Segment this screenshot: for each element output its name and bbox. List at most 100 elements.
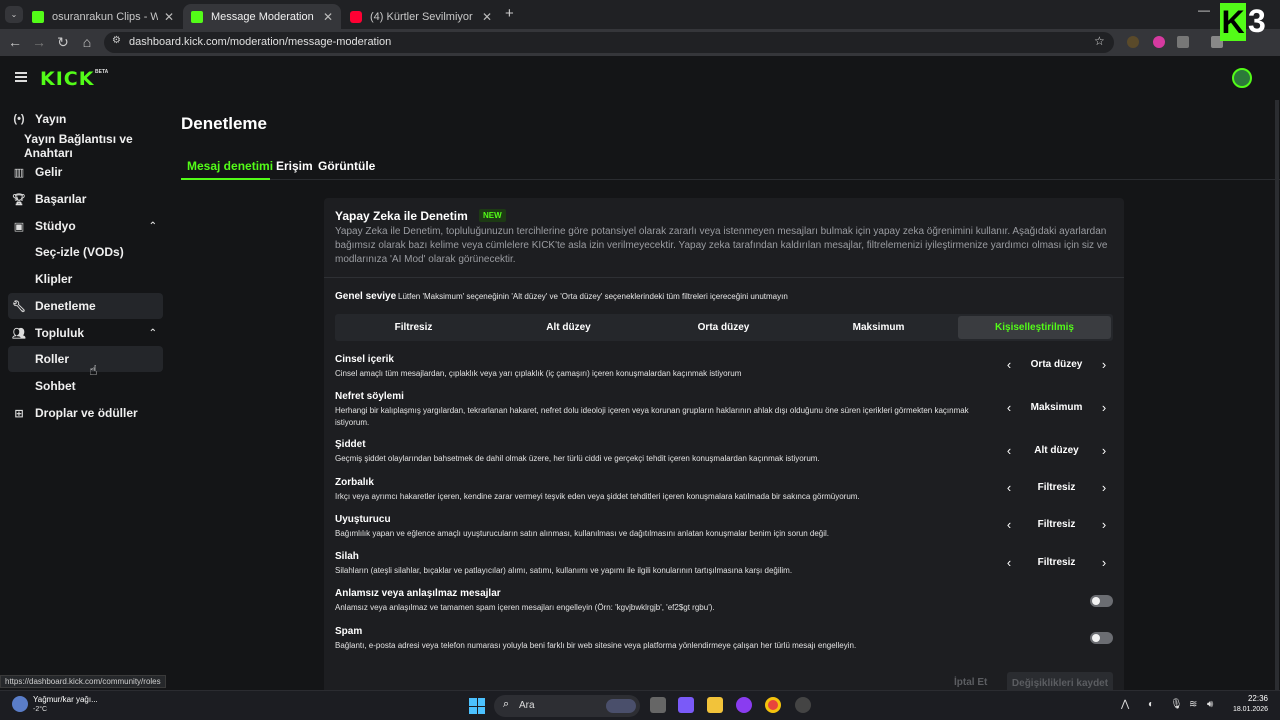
- chevron-right-icon[interactable]: ›: [1096, 517, 1112, 532]
- search-icon: ⌕: [503, 698, 510, 710]
- extensions-puzzle-icon[interactable]: [1177, 36, 1189, 48]
- new-tab-button[interactable]: +: [505, 5, 514, 22]
- sidebar-item-stream-key[interactable]: Yayın Bağlantısı ve Anahtarı: [8, 132, 170, 160]
- minimize-button[interactable]: —: [1198, 3, 1210, 17]
- sidebar-item-basarilar[interactable]: 🏆︎ Başarılar: [8, 186, 163, 212]
- kick-favicon-icon: [191, 10, 203, 23]
- chevron-right-icon[interactable]: ›: [1096, 480, 1112, 495]
- app-icon[interactable]: [736, 697, 752, 713]
- taskbar: Yağmur/kar yağı... -2°C ⌕ Ara ⋀ ◐ 🎙︎ ≋ 🔊…: [0, 690, 1280, 720]
- clock-time[interactable]: 22:36: [1246, 694, 1268, 703]
- sidebar-item-roller[interactable]: Roller: [8, 346, 163, 372]
- chevron-right-icon[interactable]: ›: [1096, 443, 1112, 458]
- forward-icon[interactable]: →: [30, 34, 48, 50]
- home-icon[interactable]: ⌂: [78, 34, 96, 50]
- extension-icon[interactable]: [1127, 36, 1139, 48]
- sidebar-item-droplar[interactable]: ⊞ Droplar ve ödüller: [8, 400, 163, 426]
- close-icon[interactable]: ✕: [323, 10, 333, 24]
- bookmark-star-icon[interactable]: ☆: [1094, 34, 1105, 48]
- sidebar-item-topluluk[interactable]: 👥︎ Topluluk ⌃: [8, 320, 163, 346]
- studio-icon: ▣: [13, 220, 25, 233]
- sidebar-item-denetleme[interactable]: 🔧︎ Denetleme: [8, 293, 163, 319]
- browser-tab-2[interactable]: Message Moderation - Kick Da ✕: [183, 4, 341, 29]
- sidebar-item-klipler[interactable]: Klipler: [8, 266, 163, 292]
- level-option-maksimum[interactable]: Maksimum: [802, 316, 955, 339]
- file-explorer-icon[interactable]: [707, 697, 723, 713]
- chevron-left-icon[interactable]: ‹: [1001, 443, 1017, 458]
- kick-favicon-icon: [32, 10, 44, 23]
- chevron-left-icon[interactable]: ‹: [1001, 357, 1017, 372]
- beta-badge: BETA: [95, 69, 109, 75]
- sidebar-item-yayin[interactable]: (•) Yayın: [8, 106, 163, 132]
- cancel-button[interactable]: İptal Et: [954, 677, 987, 688]
- rule-title: Spam: [335, 626, 363, 637]
- weather-icon[interactable]: [12, 696, 28, 712]
- sidebar-item-vods[interactable]: Seç-izle (VODs): [8, 239, 163, 265]
- level-stepper: ‹ Maksimum ›: [1000, 399, 1113, 419]
- copilot-icon[interactable]: [678, 697, 694, 713]
- level-option-kisisellestirilmis[interactable]: Kişiselleştirilmiş: [958, 316, 1111, 339]
- microphone-icon[interactable]: 🎙︎: [1170, 699, 1183, 710]
- chevron-left-icon[interactable]: ‹: [1001, 480, 1017, 495]
- extension-icon[interactable]: [1153, 36, 1165, 48]
- rule-description: Bağımlılık yapan ve eğlence amaçlı uyuşt…: [335, 529, 830, 538]
- avatar[interactable]: [1232, 68, 1252, 88]
- start-button[interactable]: [469, 698, 485, 714]
- tab-goruntule[interactable]: Görüntüle: [318, 159, 375, 173]
- tray-app-icon[interactable]: ⋀: [1121, 699, 1129, 710]
- reload-icon[interactable]: ↻: [54, 34, 72, 51]
- menu-icon[interactable]: [15, 72, 27, 82]
- spam-toggle[interactable]: [1090, 632, 1113, 644]
- browser-tab-bar: ⌄ osuranrakun Clips - Watch Live ✕ Messa…: [0, 0, 1280, 29]
- general-level-label: Genel seviye: [335, 291, 397, 302]
- chevron-right-icon[interactable]: ›: [1096, 400, 1112, 415]
- kick-logo[interactable]: KICK: [40, 68, 94, 90]
- back-icon[interactable]: ←: [6, 34, 24, 50]
- chevron-left-icon[interactable]: ‹: [1001, 400, 1017, 415]
- gibberish-toggle[interactable]: [1090, 595, 1113, 607]
- chevron-right-icon[interactable]: ›: [1096, 357, 1112, 372]
- level-option-alt-duzey[interactable]: Alt düzey: [492, 316, 645, 339]
- broadcast-icon: (•): [13, 113, 25, 125]
- task-view-icon[interactable]: [650, 697, 666, 713]
- chevron-up-icon[interactable]: ⌃: [149, 221, 157, 232]
- chevron-right-icon[interactable]: ›: [1096, 555, 1112, 570]
- card-title: Yapay Zeka ile Denetim: [335, 209, 468, 223]
- sidebar-item-sohbet[interactable]: Sohbet: [8, 373, 163, 399]
- wrench-icon: 🔧︎: [12, 300, 26, 313]
- rule-zorbalik: Zorbalık Irkçı veya ayrımcı hakaretler i…: [335, 477, 985, 503]
- tab-mesaj-denetimi[interactable]: Mesaj denetimi: [187, 159, 273, 173]
- level-option-filtresiz[interactable]: Filtresiz: [337, 316, 490, 339]
- rule-description: Irkçı veya ayrımcı hakaretler içeren, ke…: [335, 492, 860, 501]
- close-icon[interactable]: ✕: [164, 10, 174, 24]
- chrome-icon[interactable]: [765, 697, 781, 713]
- clock-date[interactable]: 18.01.2026: [1228, 706, 1268, 713]
- level-stepper: ‹ Orta düzey ›: [1000, 356, 1113, 376]
- weather-title[interactable]: Yağmur/kar yağı...: [33, 695, 98, 704]
- url-field[interactable]: ⚙ dashboard.kick.com/moderation/message-…: [104, 32, 1114, 53]
- site-info-icon[interactable]: ⚙: [112, 35, 121, 46]
- tab-erisim[interactable]: Erişim: [276, 159, 313, 173]
- chevron-left-icon[interactable]: ‹: [1001, 517, 1017, 532]
- sidebar-item-studyo[interactable]: ▣ Stüdyo ⌃: [8, 213, 163, 239]
- app-icon[interactable]: [795, 697, 811, 713]
- level-option-orta-duzey[interactable]: Orta düzey: [647, 316, 800, 339]
- rule-description: Geçmiş şiddet olaylarından bahsetmek de …: [335, 454, 820, 463]
- rule-title: Anlamsız veya anlaşılmaz mesajlar: [335, 588, 501, 599]
- browser-tab-1[interactable]: osuranrakun Clips - Watch Live ✕: [24, 4, 182, 29]
- ai-moderation-card: Yapay Zeka ile Denetim NEW Yapay Zeka il…: [324, 198, 1124, 698]
- close-icon[interactable]: ✕: [482, 10, 492, 24]
- scrollbar[interactable]: [1275, 100, 1279, 690]
- rule-title: Nefret söylemi: [335, 391, 404, 402]
- tray-app-icon[interactable]: ◐: [1148, 699, 1154, 710]
- sidebar-item-gelir[interactable]: ▥ Gelir: [8, 159, 163, 185]
- browser-tab-3[interactable]: (4) Kürtler Sevilmiyor mu? - You ✕: [342, 4, 500, 29]
- taskbar-search[interactable]: ⌕ Ara: [494, 695, 640, 717]
- gift-icon: ⊞: [14, 407, 24, 420]
- wifi-icon[interactable]: ≋: [1189, 699, 1197, 710]
- tab-search-button[interactable]: ⌄: [5, 6, 23, 23]
- chevron-left-icon[interactable]: ‹: [1001, 555, 1017, 570]
- stepper-value: Orta düzey: [1030, 359, 1083, 370]
- volume-icon[interactable]: 🔊︎: [1207, 699, 1213, 710]
- chevron-up-icon[interactable]: ⌃: [149, 328, 157, 339]
